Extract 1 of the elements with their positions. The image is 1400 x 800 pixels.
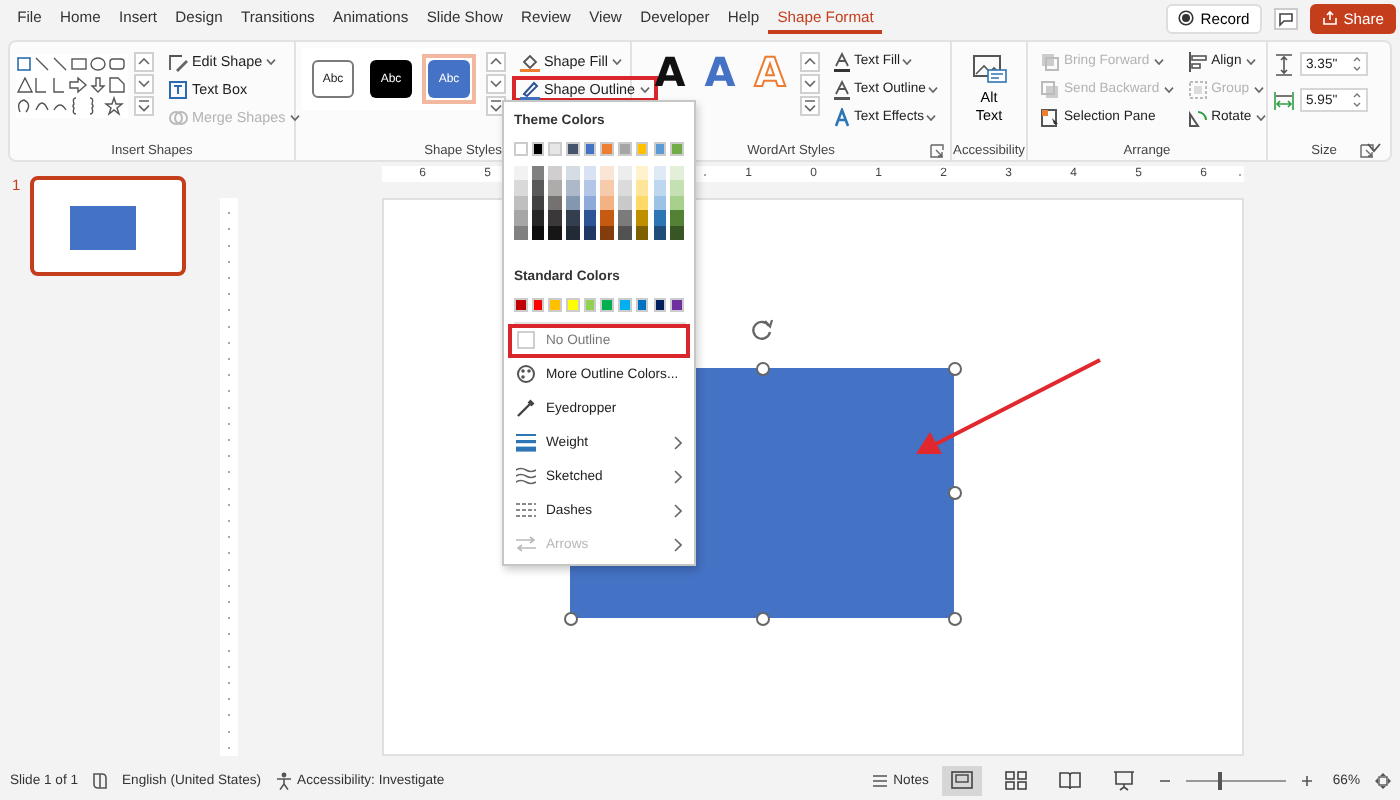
wordart-style[interactable]: A — [700, 52, 740, 94]
